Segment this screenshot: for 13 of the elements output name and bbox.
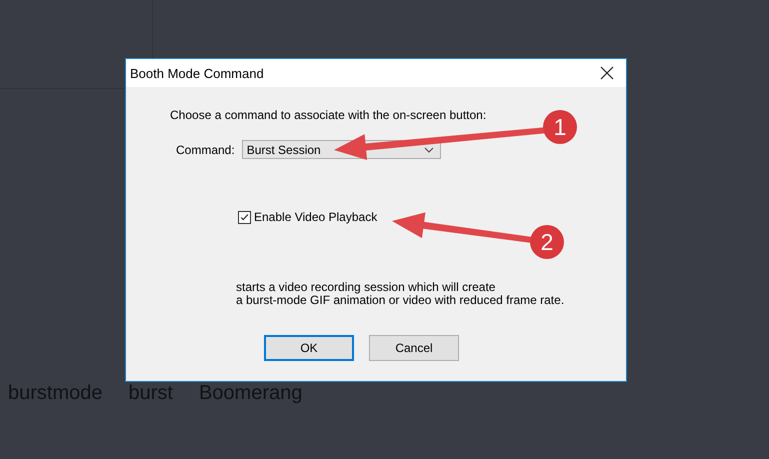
checkbox[interactable] xyxy=(238,210,251,224)
prompt-text: Choose a command to associate with the on-screen button: xyxy=(170,108,488,122)
checkbox-label[interactable]: Enable Video Playback xyxy=(254,210,378,224)
caret-icon[interactable] xyxy=(424,146,434,152)
window-title: Booth Mode Command xyxy=(130,66,264,80)
number-badge: 2 xyxy=(530,225,564,259)
description-text: starts a video recording session which will create xyxy=(236,281,496,294)
dialog-button[interactable]: OK xyxy=(264,335,354,361)
description-text: a burst-mode GIF animation or video with reduced frame rate. xyxy=(236,294,566,307)
number-badge: 1 xyxy=(543,110,577,144)
dialog-button[interactable]: Cancel xyxy=(369,335,459,361)
close-icon[interactable] xyxy=(600,66,614,80)
command-label: Command: xyxy=(176,142,235,156)
